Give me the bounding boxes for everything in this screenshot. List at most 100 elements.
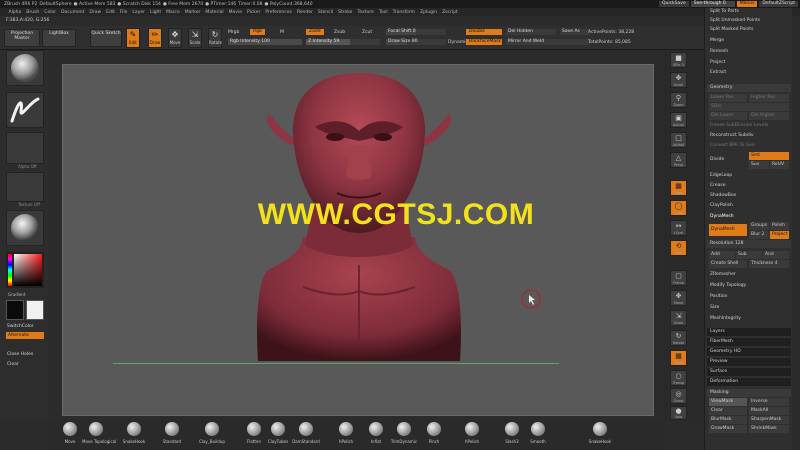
see-through-slider[interactable]: See-through 0 — [690, 1, 735, 7]
meshintegrity-header[interactable]: MeshIntegrity — [707, 315, 791, 323]
brush-move-topological[interactable]: Move Topological — [82, 422, 116, 444]
inverse-button[interactable]: Inverse — [749, 398, 789, 406]
menu-draw[interactable]: Draw — [87, 10, 104, 15]
frame-button[interactable]: ▢ Frame — [670, 270, 687, 286]
claypolish-button[interactable]: ClayPolish — [707, 202, 791, 210]
z-intensity-slider[interactable]: Z Intensity 59 — [306, 39, 380, 45]
growmask-button[interactable]: GrowMask — [709, 425, 747, 433]
draw-button[interactable]: ✏ Draw — [148, 28, 162, 48]
menu-transform[interactable]: Transform — [390, 10, 417, 15]
blurmask-button[interactable]: BlurMask — [709, 416, 747, 424]
menu-material[interactable]: Material — [203, 10, 226, 15]
del-lower-button[interactable]: Del Lower — [709, 112, 747, 120]
fibermesh-header[interactable]: FiberMesh — [707, 338, 791, 346]
stroke-thumbnail[interactable] — [6, 92, 44, 128]
menu-movie[interactable]: Movie — [226, 10, 244, 15]
secondary-color-swatch[interactable] — [26, 300, 44, 320]
geometry-hd-header[interactable]: Geometry HD — [707, 348, 791, 356]
color-picker-swatch[interactable] — [7, 253, 43, 287]
add-button[interactable]: Add — [709, 251, 735, 259]
dock-scale-button[interactable]: ⇲ Scale — [670, 310, 687, 326]
create-shell-button[interactable]: Create Shell — [709, 260, 747, 268]
split-masked-button[interactable]: Split Masked Points — [707, 26, 791, 34]
preview-header[interactable]: Preview — [707, 358, 791, 366]
mirror-and-weld-button[interactable]: Mirror And Weld — [506, 39, 590, 45]
groups-toggle[interactable]: Groups — [749, 222, 769, 230]
close-holes-button[interactable]: Close Holes — [7, 352, 33, 357]
shrinkmask-button[interactable]: ShrinkMask — [749, 425, 789, 433]
shadowbox-button[interactable]: ShadowBox — [707, 192, 791, 200]
remesh-button[interactable]: Remesh — [707, 48, 791, 56]
switchcolor-button[interactable]: SwitchColor — [7, 324, 34, 329]
default-zscript-button[interactable]: DefaultZScript — [759, 1, 798, 7]
menu-zplugin[interactable]: Zplugin — [418, 10, 440, 15]
dynamesh-project-toggle[interactable]: Project — [770, 231, 789, 239]
floor-button[interactable]: ▦ Floor — [670, 180, 687, 196]
higher-res-button[interactable]: Higher Res — [749, 94, 789, 102]
brush-slash3[interactable]: Slash3 — [498, 422, 526, 444]
local-button[interactable]: ◯ Local — [670, 200, 687, 216]
edgeloop-button[interactable]: EdgeLoop — [707, 172, 791, 180]
and-button[interactable]: And — [763, 251, 789, 259]
sharpenmask-button[interactable]: SharpenMask — [749, 416, 789, 424]
brush-damstandard[interactable]: DamStandard — [292, 422, 320, 444]
menus-button[interactable]: Menus — [736, 1, 758, 7]
rgb-toggle[interactable]: Rgb — [250, 29, 265, 35]
color-picker[interactable] — [6, 252, 44, 288]
menu-macro[interactable]: Macro — [164, 10, 183, 15]
resolution-slider[interactable]: Resolution 128 — [707, 240, 791, 248]
smt-toggle[interactable]: Smt — [749, 152, 789, 160]
projection-master-button[interactable]: Projection Master — [4, 29, 40, 47]
zadd-toggle[interactable]: Zadd — [306, 29, 324, 35]
lightbox-button[interactable]: LightBox — [42, 29, 76, 47]
move-button[interactable]: ✥ Move — [168, 28, 182, 48]
rotate-button[interactable]: ↻ Rotate — [208, 28, 222, 48]
alternate-toggle[interactable]: Alternate — [6, 332, 44, 339]
menu-stencil[interactable]: Stencil — [315, 10, 335, 15]
menu-file[interactable]: File — [117, 10, 130, 15]
extract-button[interactable]: Extract — [707, 69, 791, 77]
modify-topology-header[interactable]: Modify Topology — [707, 282, 791, 290]
zremesher-header[interactable]: ZRemesher — [707, 271, 791, 279]
merge-button[interactable]: Merge — [707, 37, 791, 45]
menu-texture[interactable]: Texture — [355, 10, 376, 15]
brush-inflat[interactable]: Inflat — [362, 422, 390, 444]
menu-preferences[interactable]: Preferences — [263, 10, 294, 15]
dock-rotate-button[interactable]: ↻ Rotate — [670, 330, 687, 346]
dock-move-button[interactable]: ✥ Move — [670, 290, 687, 306]
quick-sketch-button[interactable]: Quick Sketch — [90, 29, 122, 47]
divide-button[interactable]: Divide — [707, 156, 747, 164]
menu-document[interactable]: Document — [59, 10, 87, 15]
spix-button[interactable]: ■ SPix 3 — [670, 52, 687, 68]
viewmask-toggle[interactable]: ViewMask — [709, 398, 747, 406]
ghost-button[interactable]: ◎ Ghost — [670, 388, 687, 404]
draw-size-slider[interactable]: Draw Size 80 — [386, 39, 446, 45]
menu-layer[interactable]: Layer — [130, 10, 148, 15]
menu-light[interactable]: Light — [147, 10, 163, 15]
menu-picker[interactable]: Picker — [244, 10, 262, 15]
transp-button[interactable]: ○ Transp — [670, 370, 687, 386]
freeze-subdiv-button[interactable]: Freeze SubDivision Levels — [707, 122, 791, 130]
maskall-button[interactable]: MaskAll — [749, 407, 789, 415]
scale-button[interactable]: ⇲ Scale — [188, 28, 202, 48]
position-header[interactable]: Position — [707, 293, 791, 301]
menu-edit[interactable]: Edit — [104, 10, 118, 15]
mask-clear-button[interactable]: Clear — [709, 407, 747, 415]
m-toggle[interactable]: M — [280, 30, 284, 35]
brush-snakehook[interactable]: SnakeHook — [120, 422, 148, 444]
dynamesh-button[interactable]: DynaMesh — [709, 224, 747, 236]
menu-color[interactable]: Color — [42, 10, 59, 15]
del-higher-button[interactable]: Del Higher — [749, 112, 789, 120]
brush-claytubes[interactable]: ClayTubes — [264, 422, 292, 444]
convert-bpr-button[interactable]: Convert BPR To Geo — [707, 142, 791, 150]
zsub-toggle[interactable]: Zsub — [334, 30, 345, 35]
brush-snakehook-2[interactable]: SnakeHook — [586, 422, 614, 444]
rgb-intensity-slider[interactable]: Rgb Intensity 100 — [228, 39, 302, 45]
deformation-header[interactable]: Deformation — [707, 378, 791, 386]
sub-button[interactable]: Sub — [736, 251, 762, 259]
canvas-viewport[interactable] — [62, 64, 654, 416]
lsym-button[interactable]: ↔ LSym — [670, 220, 687, 236]
project-button[interactable]: Project — [707, 59, 791, 67]
actual-button[interactable]: ▣ Actual — [670, 112, 687, 128]
edit-button[interactable]: ✎ Edit — [126, 28, 140, 48]
